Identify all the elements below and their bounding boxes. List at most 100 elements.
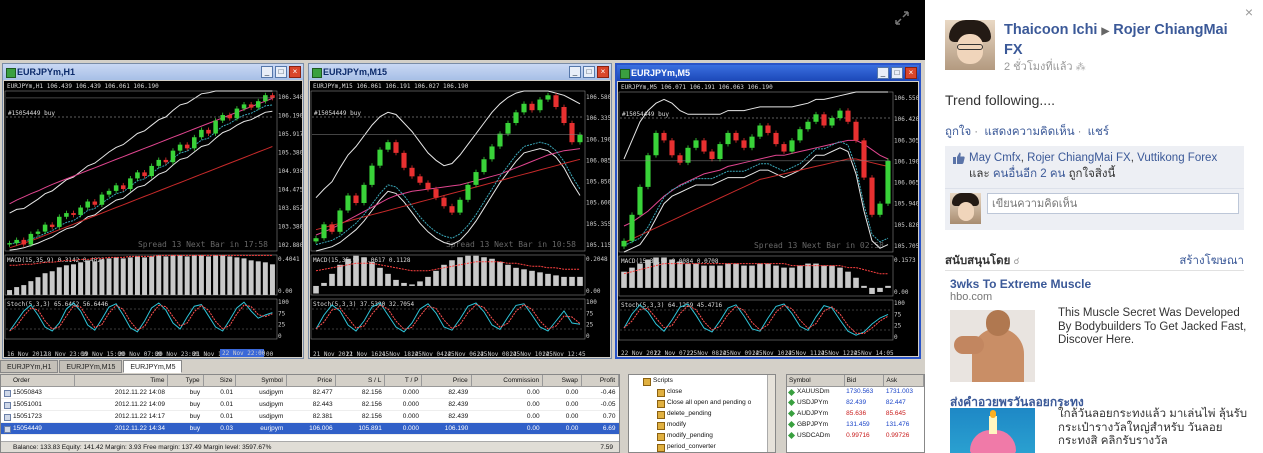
price-chart[interactable]: EURJPYm,M5 106.071 106.191 106.063 106.1…: [618, 82, 918, 356]
table-row[interactable]: 15051001 2012.11.22 14:09 buy 0.01 usdjpym 82…: [1, 398, 619, 411]
like-link[interactable]: ถูกใจ: [945, 126, 971, 138]
expand-icon[interactable]: [895, 11, 909, 25]
table-row[interactable]: XAUUSDm 1730.563 1731.003: [787, 386, 924, 397]
ad-body[interactable]: This Muscle Secret Was Developed By Body…: [1058, 307, 1248, 348]
ad-image[interactable]: [950, 408, 1035, 453]
post-actions: ถูกใจ · แสดงความคิดเห็น · แชร์: [945, 126, 1110, 138]
macd-bar: [561, 276, 567, 286]
column-header[interactable]: Commission: [471, 375, 544, 387]
liker-link[interactable]: Rojer ChiangMai FX: [1027, 152, 1131, 164]
column-header[interactable]: Symbol: [235, 375, 287, 387]
arrow-right-icon: ▶: [1101, 26, 1110, 37]
post-text: Trend following....: [945, 92, 1055, 108]
candle-body: [142, 172, 147, 177]
others-link[interactable]: คนอื่นอีก 2 คน: [993, 168, 1066, 180]
nav-script-item[interactable]: close: [629, 386, 775, 397]
table-row[interactable]: AUDJPYm 85.636 85.645: [787, 408, 924, 419]
column-header[interactable]: Order: [1, 375, 75, 387]
column-header[interactable]: Ask: [883, 375, 924, 387]
candle-body: [337, 210, 343, 232]
nav-script-item[interactable]: delete_pending: [629, 408, 775, 419]
macd-bar: [255, 261, 261, 295]
maximize-button[interactable]: □: [583, 66, 595, 78]
macd-bar: [361, 257, 367, 286]
table-row[interactable]: 15050843 2012.11.22 14:08 buy 0.01 usdjpym 82…: [1, 386, 619, 399]
poster-name-link[interactable]: Thaicoon Ichi: [1004, 22, 1097, 38]
create-ad-link[interactable]: สร้างโฆษณา: [1179, 252, 1244, 270]
column-header[interactable]: S / L: [335, 375, 386, 387]
nav-script-item[interactable]: modify_pending: [629, 430, 775, 441]
table-row[interactable]: USDCADm 0.99716 0.99726: [787, 430, 924, 441]
candle-body: [725, 132, 731, 145]
candle-body: [837, 110, 843, 119]
macd-bar: [725, 263, 731, 288]
macd-bar: [14, 287, 20, 295]
symbol-cell: AUDJPYm: [787, 408, 844, 419]
price-chart[interactable]: EURJPYm,M15 106.061 106.191 106.027 106.…: [310, 81, 610, 357]
moving-average-pink: [315, 148, 581, 236]
tab-eurjpy-m5[interactable]: EURJPYm,M5: [123, 360, 183, 373]
minimize-button[interactable]: _: [877, 67, 889, 79]
candle-body: [449, 206, 455, 213]
tab-eurjpy-m15[interactable]: EURJPYm,M15: [59, 360, 123, 373]
tab-eurjpy-h1[interactable]: EURJPYm,H1: [0, 360, 59, 373]
column-header[interactable]: Swap: [542, 375, 582, 387]
column-header[interactable]: Price: [286, 375, 337, 387]
price-chart[interactable]: EURJPYm,H1 106.439 106.439 106.061 106.1…: [4, 81, 302, 357]
column-header[interactable]: Type: [167, 375, 204, 387]
chart-window-h1[interactable]: EURJPYm,H1 _ □ × EURJPYm,H1 106.439 106.…: [2, 63, 304, 359]
candle-body: [669, 140, 675, 156]
table-row[interactable]: 15054449 2012.11.22 14:34 buy 0.03 eurjpym 10…: [1, 422, 619, 435]
candle-body: [545, 95, 551, 100]
maximize-button[interactable]: □: [275, 66, 287, 78]
ad-body[interactable]: ใกล้วันลอยกระทงแล้ว มาเล่นไพ่ ลุ้นรับกระ…: [1058, 408, 1248, 449]
liker-link[interactable]: May Cmfx: [969, 152, 1021, 164]
nav-script-item[interactable]: modify: [629, 419, 775, 430]
macd-bar: [393, 279, 399, 286]
table-cell: 2012.11.22 14:08: [74, 386, 168, 399]
comment-input[interactable]: [987, 193, 1239, 214]
nav-script-item[interactable]: Close all open and pending o: [629, 397, 775, 408]
column-header[interactable]: Time: [74, 375, 169, 387]
chart-window-m5[interactable]: EURJPYm,M5 _ □ × EURJPYm,M5 106.071 106.…: [615, 63, 921, 359]
candle-body: [42, 224, 48, 232]
candle-body: [513, 112, 519, 123]
close-icon[interactable]: ×: [1245, 4, 1253, 20]
table-row[interactable]: 15051723 2012.11.22 14:17 buy 0.01 usdjpym 82…: [1, 410, 619, 423]
candle-body: [433, 189, 439, 198]
table-row[interactable]: GBPJPYm 131.459 131.476: [787, 419, 924, 430]
stoch-axis-label: 25: [586, 322, 594, 329]
maximize-button[interactable]: □: [891, 67, 903, 79]
share-link[interactable]: แชร์: [1088, 126, 1109, 138]
column-header[interactable]: Profit: [581, 375, 619, 387]
comment-link[interactable]: แสดงความคิดเห็น: [984, 126, 1074, 138]
nav-script-item[interactable]: period_converter: [629, 441, 775, 452]
navigator-scrollbar[interactable]: [767, 375, 775, 452]
minimize-button[interactable]: _: [261, 66, 273, 78]
minimize-button[interactable]: _: [569, 66, 581, 78]
ad-title[interactable]: 3wks To Extreme Muscle: [950, 277, 1091, 291]
ad-image[interactable]: [950, 310, 1035, 382]
close-button[interactable]: ×: [597, 66, 609, 78]
liker-link[interactable]: Vuttikong Forex: [1137, 152, 1217, 164]
column-header[interactable]: Symbol: [787, 375, 845, 387]
column-header[interactable]: Size: [203, 375, 237, 387]
column-header[interactable]: Price: [421, 375, 472, 387]
stoch-axis-label: 0: [586, 333, 590, 340]
nav-scripts-folder[interactable]: Scripts: [629, 375, 775, 386]
candle-body: [821, 114, 827, 126]
macd-bar: [749, 265, 755, 288]
close-button[interactable]: ×: [289, 66, 301, 78]
column-header[interactable]: T / P: [384, 375, 423, 387]
column-header[interactable]: Bid: [844, 375, 885, 387]
macd-bar: [206, 256, 211, 295]
close-button[interactable]: ×: [905, 67, 917, 79]
chart-window-m15[interactable]: EURJPYm,M15 _ □ × EURJPYm,M15 106.061 10…: [308, 63, 612, 359]
post-time-link[interactable]: 2 ชั่วโมงที่แล้ว: [1004, 61, 1073, 73]
macd-bar: [213, 255, 219, 295]
poster-avatar[interactable]: [945, 20, 995, 70]
table-cell: 0.00: [471, 422, 543, 435]
price-axis-label: 105.940: [894, 201, 918, 208]
table-row[interactable]: USDJPYm 82.439 82.447: [787, 397, 924, 408]
table-cell: 0.00: [471, 386, 543, 399]
